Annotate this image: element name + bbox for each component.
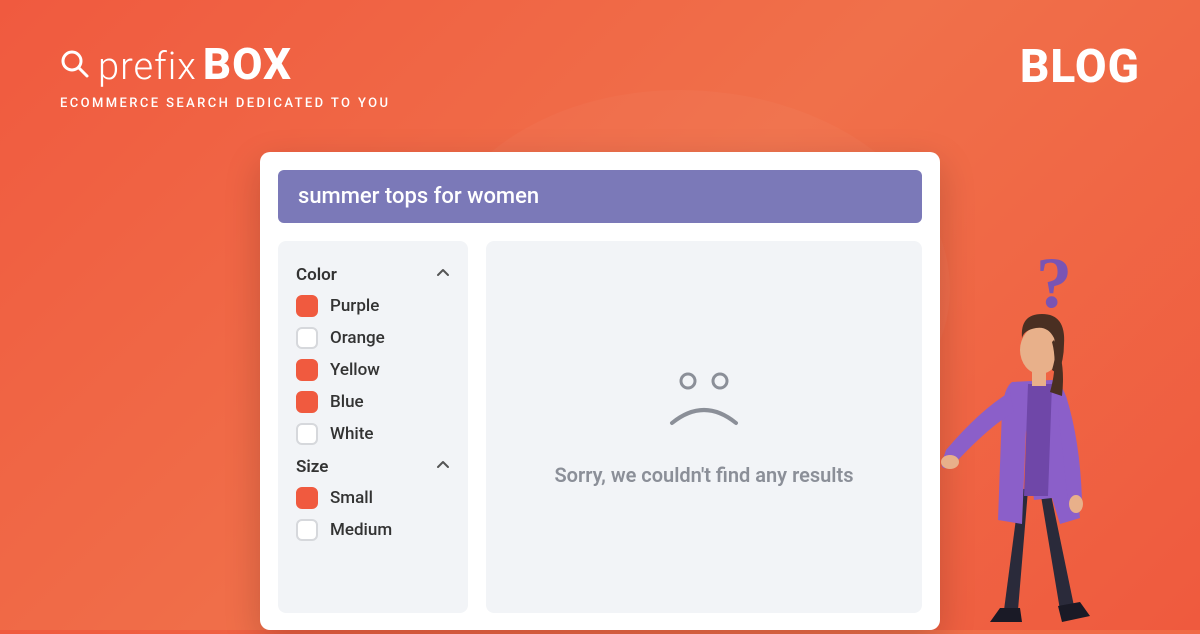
filter-option-label: Blue (330, 392, 364, 412)
filter-option[interactable]: Small (296, 487, 450, 509)
filter-option[interactable]: Orange (296, 327, 450, 349)
filter-group-title: Size (296, 457, 328, 477)
search-results-card: summer tops for women Color Purple Orang… (260, 152, 940, 630)
search-icon (60, 49, 90, 83)
filter-option-label: Small (330, 488, 373, 508)
filter-option-label: Medium (330, 520, 392, 540)
brand-logo: prefix BOX ECOMMERCE SEARCH DEDICATED TO… (60, 38, 390, 111)
filter-group-title: Color (296, 265, 337, 285)
checkbox-icon (296, 519, 318, 541)
filter-option-label: White (330, 424, 374, 444)
filter-option[interactable]: White (296, 423, 450, 445)
filter-option-label: Purple (330, 296, 379, 316)
filter-group-header-size[interactable]: Size (296, 457, 450, 477)
results-panel: Sorry, we couldn't find any results (486, 241, 922, 613)
chevron-up-icon (436, 265, 450, 285)
checkbox-icon (296, 327, 318, 349)
filter-option[interactable]: Purple (296, 295, 450, 317)
sad-face-icon (656, 367, 752, 435)
empty-results-message: Sorry, we couldn't find any results (554, 463, 853, 487)
filter-option[interactable]: Medium (296, 519, 450, 541)
checkbox-icon (296, 295, 318, 317)
checkbox-icon (296, 487, 318, 509)
filter-option-label: Yellow (330, 360, 380, 380)
filter-option[interactable]: Yellow (296, 359, 450, 381)
checkbox-icon (296, 359, 318, 381)
filter-group-header-color[interactable]: Color (296, 265, 450, 285)
checkbox-icon (296, 423, 318, 445)
checkbox-icon (296, 391, 318, 413)
person-illustration (940, 300, 1140, 630)
logo-tagline: ECOMMERCE SEARCH DEDICATED TO YOU (60, 96, 390, 111)
chevron-up-icon (436, 457, 450, 477)
filters-sidebar: Color Purple Orange Yellow Blue (278, 241, 468, 613)
logo-prefix-text: prefix (98, 45, 197, 89)
filter-option-label: Orange (330, 328, 385, 348)
logo-box-text: BOX (203, 38, 292, 90)
filter-option[interactable]: Blue (296, 391, 450, 413)
search-input[interactable]: summer tops for women (278, 170, 922, 223)
blog-heading: BLOG (1020, 40, 1140, 94)
